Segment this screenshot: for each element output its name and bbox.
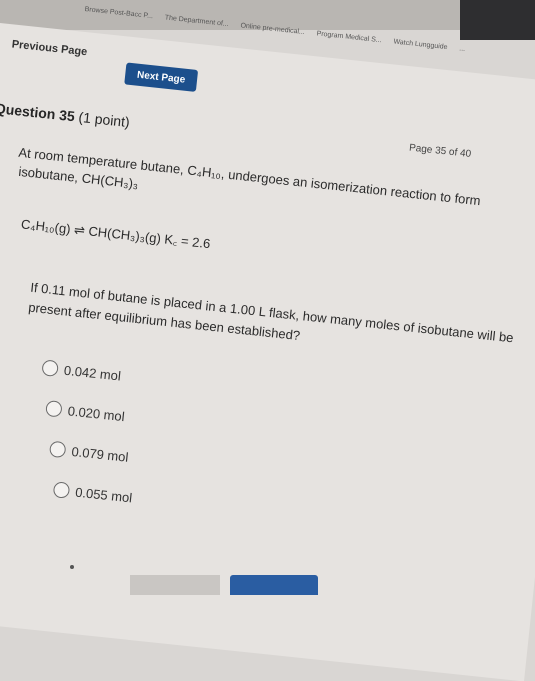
previous-page-button[interactable]: Previous Page	[11, 38, 88, 58]
answer-option[interactable]: 0.020 mol	[45, 400, 125, 424]
bookmark-item[interactable]: ...	[459, 45, 466, 53]
bottom-primary-button[interactable]	[230, 575, 318, 595]
answer-label: 0.055 mol	[74, 484, 133, 505]
bottom-secondary-button[interactable]	[130, 575, 220, 595]
answer-option[interactable]: 0.079 mol	[48, 440, 130, 465]
bookmark-item[interactable]: Watch Lungguide	[393, 38, 448, 51]
window-corner	[460, 0, 535, 40]
question-number: Question 35	[0, 100, 76, 125]
answer-label: 0.079 mol	[70, 443, 130, 465]
radio-button[interactable]	[45, 400, 63, 418]
answer-option[interactable]: 0.055 mol	[52, 481, 133, 505]
radio-button[interactable]	[52, 481, 71, 499]
question-points: (1 point)	[77, 108, 131, 131]
answer-label: 0.042 mol	[63, 362, 122, 384]
next-page-button[interactable]: Next Page	[124, 62, 199, 92]
bookmark-item[interactable]: Program Medical S...	[316, 30, 382, 44]
question-title: Question 35 (1 point)	[0, 100, 131, 130]
question-prompt: If 0.11 mol of butane is placed in a 1.0…	[27, 279, 515, 346]
radio-button[interactable]	[48, 440, 67, 459]
page-indicator: Page 35 of 40	[408, 142, 472, 160]
radio-button[interactable]	[41, 359, 59, 377]
answer-option[interactable]: 0.042 mol	[41, 359, 122, 384]
bullet-marker	[70, 565, 74, 569]
answer-label: 0.020 mol	[67, 402, 126, 424]
reaction-equation: C₄H₁₀(g) ⇌ CH(CH₃)₃(g) K꜀ = 2.6	[20, 216, 212, 252]
